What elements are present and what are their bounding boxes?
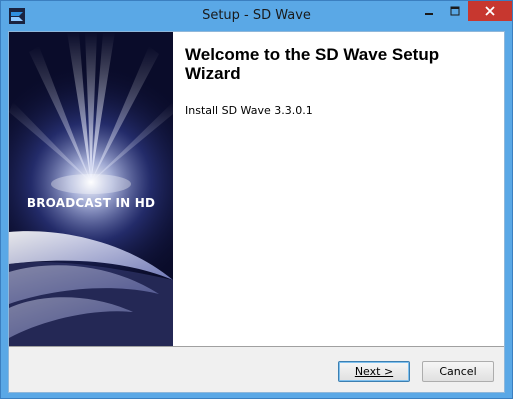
- next-button-label: Next >: [354, 365, 394, 378]
- next-button[interactable]: Next >: [338, 361, 410, 382]
- close-button[interactable]: [468, 1, 512, 21]
- wizard-client-area: BROADCAST IN HD Welcome to the SD Wave S…: [8, 31, 505, 393]
- banner-artwork: [9, 32, 173, 346]
- page-title: Welcome to the SD Wave Setup Wizard: [185, 45, 440, 83]
- maximize-button[interactable]: [442, 1, 468, 21]
- minimize-icon: [424, 13, 433, 15]
- minimize-button[interactable]: [415, 1, 442, 21]
- welcome-panel: Welcome to the SD Wave Setup Wizard Inst…: [173, 32, 504, 346]
- title-bar[interactable]: Setup - SD Wave: [1, 1, 512, 31]
- wizard-banner: BROADCAST IN HD: [9, 32, 173, 346]
- setup-window: Setup - SD Wave BROADCAST IN HD Welcome …: [0, 0, 513, 399]
- maximize-icon: [450, 6, 460, 16]
- button-bar: Next > Cancel: [9, 346, 504, 392]
- cancel-button[interactable]: Cancel: [422, 361, 494, 382]
- install-description: Install SD Wave 3.3.0.1: [185, 104, 313, 117]
- close-icon: [485, 6, 495, 16]
- banner-slogan: BROADCAST IN HD: [26, 196, 156, 210]
